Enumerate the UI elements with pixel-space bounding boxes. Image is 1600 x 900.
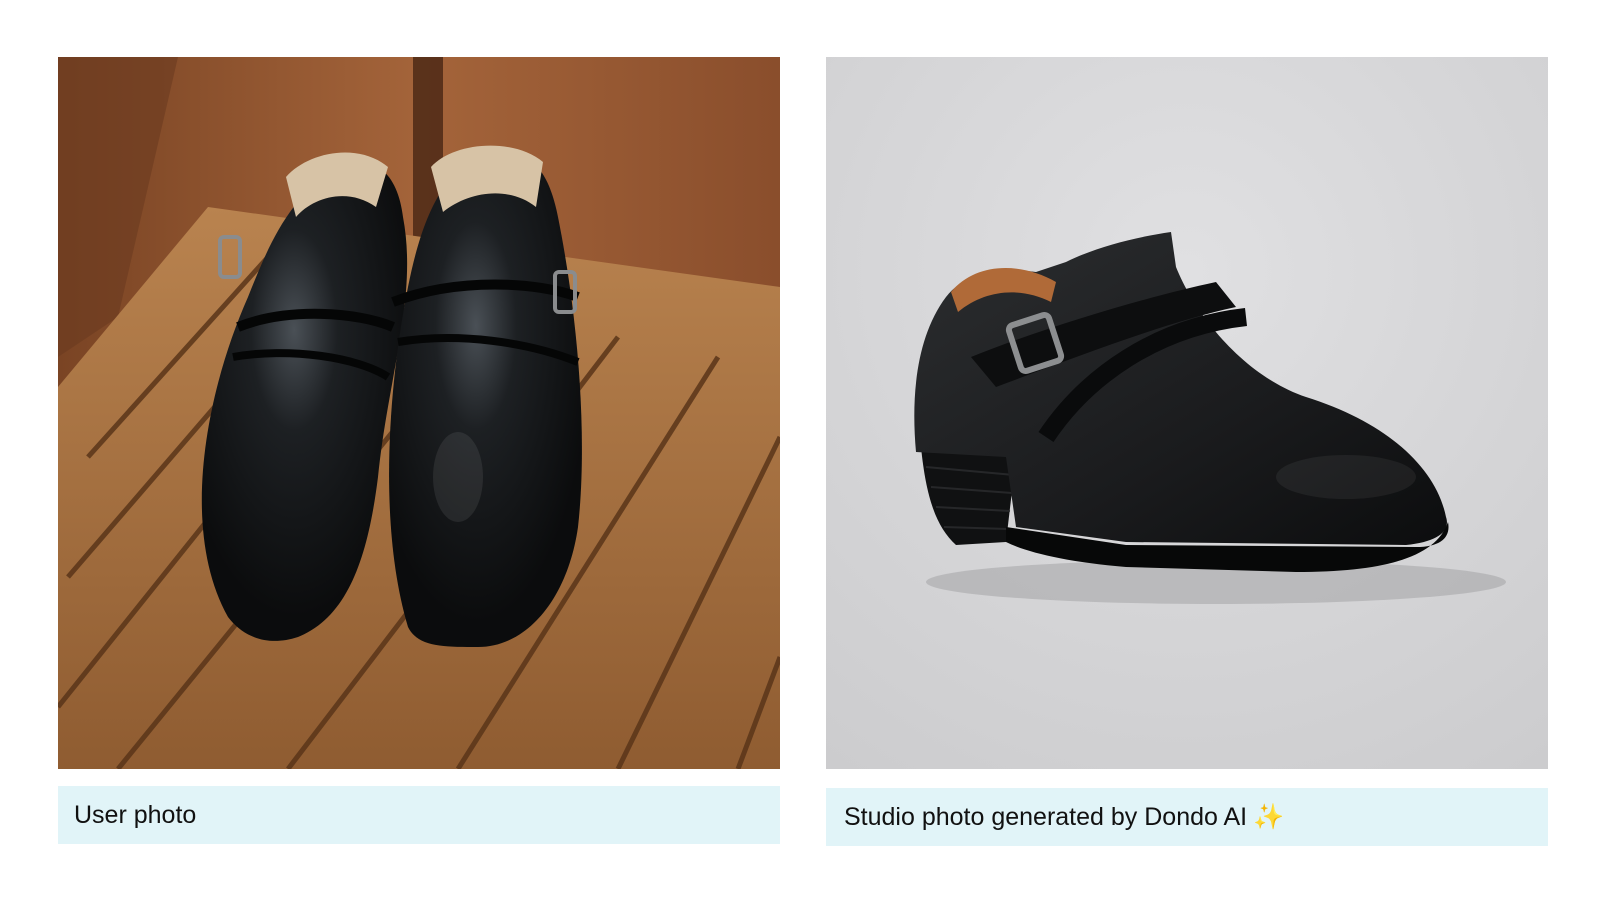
- sparkles-icon: ✨: [1253, 802, 1285, 831]
- user-photo-caption: User photo: [58, 786, 780, 844]
- studio-photo: [826, 57, 1548, 769]
- studio-photo-caption-text: Studio photo generated by Dondo AI: [844, 802, 1248, 831]
- user-photo-image: [58, 57, 780, 769]
- user-photo-caption-text: User photo: [74, 800, 197, 829]
- user-photo: [58, 57, 780, 769]
- studio-photo-caption: Studio photo generated by Dondo AI ✨: [826, 788, 1548, 846]
- studio-photo-image: [826, 57, 1548, 769]
